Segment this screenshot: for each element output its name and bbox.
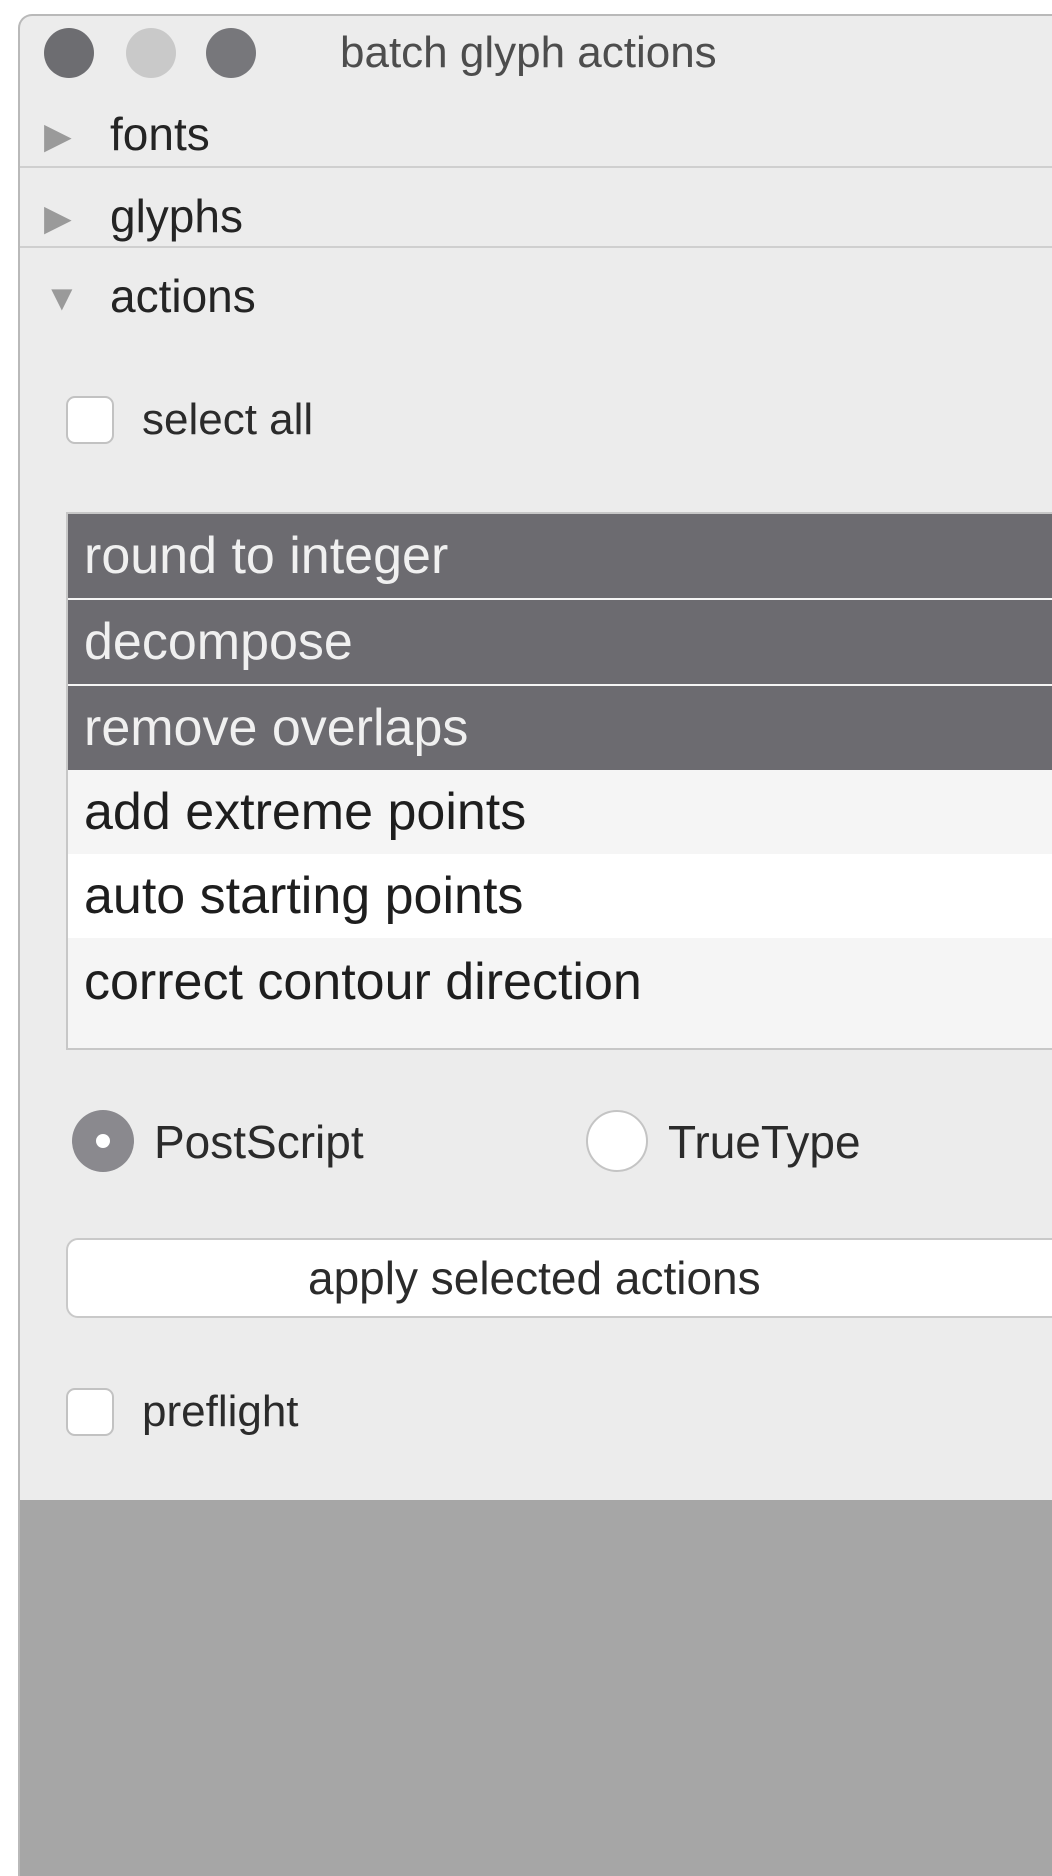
- section-fonts-header[interactable]: ▶ fonts: [20, 94, 1052, 174]
- action-item-round-to-integer[interactable]: round to integer: [68, 514, 1052, 598]
- select-all-checkbox[interactable]: [66, 396, 114, 444]
- apply-selected-actions-button[interactable]: apply selected actions: [66, 1238, 1052, 1318]
- title-bar[interactable]: batch glyph actions: [20, 16, 1052, 86]
- action-item-label: remove overlaps: [84, 699, 469, 757]
- disclosure-triangle-collapsed-icon[interactable]: ▶: [44, 200, 72, 236]
- postscript-radio[interactable]: [72, 1110, 134, 1172]
- status-bar: [20, 1500, 1052, 1876]
- zoom-window-button[interactable]: [206, 28, 256, 78]
- action-item-auto-starting-points[interactable]: auto starting points: [68, 854, 1052, 938]
- postscript-radio-label: PostScript: [154, 1116, 364, 1168]
- batch-glyph-actions-window: batch glyph actions ▶ fonts ▶ glyphs ▼ a…: [18, 14, 1052, 1876]
- action-item-add-extreme-points[interactable]: add extreme points: [68, 770, 1052, 854]
- section-glyphs-label: glyphs: [110, 190, 243, 242]
- action-item-remove-overlaps[interactable]: remove overlaps: [68, 686, 1052, 770]
- section-fonts-label: fonts: [110, 108, 210, 160]
- action-item-label: round to integer: [84, 527, 449, 585]
- section-actions-label: actions: [110, 270, 256, 322]
- preflight-label: preflight: [142, 1387, 299, 1436]
- close-window-button[interactable]: [44, 28, 94, 78]
- action-item-correct-contour-direction[interactable]: correct contour direction: [68, 940, 1052, 1024]
- truetype-radio-label: TrueType: [668, 1116, 861, 1168]
- action-item-decompose[interactable]: decompose: [68, 600, 1052, 684]
- section-glyphs-header[interactable]: ▶ glyphs: [20, 176, 1052, 256]
- action-item-label: auto starting points: [84, 867, 524, 925]
- preflight-checkbox[interactable]: [66, 1388, 114, 1436]
- select-all-label: select all: [142, 395, 314, 444]
- disclosure-triangle-collapsed-icon[interactable]: ▶: [44, 118, 72, 154]
- window-title: batch glyph actions: [340, 28, 717, 77]
- minimize-window-button[interactable]: [126, 28, 176, 78]
- actions-list[interactable]: round to integer decompose remove overla…: [66, 512, 1052, 1050]
- action-item-label: add extreme points: [84, 783, 527, 841]
- action-item-label: decompose: [84, 613, 353, 671]
- section-divider: [20, 246, 1052, 248]
- action-item-label: correct contour direction: [84, 953, 642, 1011]
- section-divider: [20, 166, 1052, 168]
- section-actions-header[interactable]: ▼ actions: [20, 256, 1052, 336]
- truetype-radio[interactable]: [586, 1110, 648, 1172]
- disclosure-triangle-expanded-icon[interactable]: ▼: [44, 280, 80, 316]
